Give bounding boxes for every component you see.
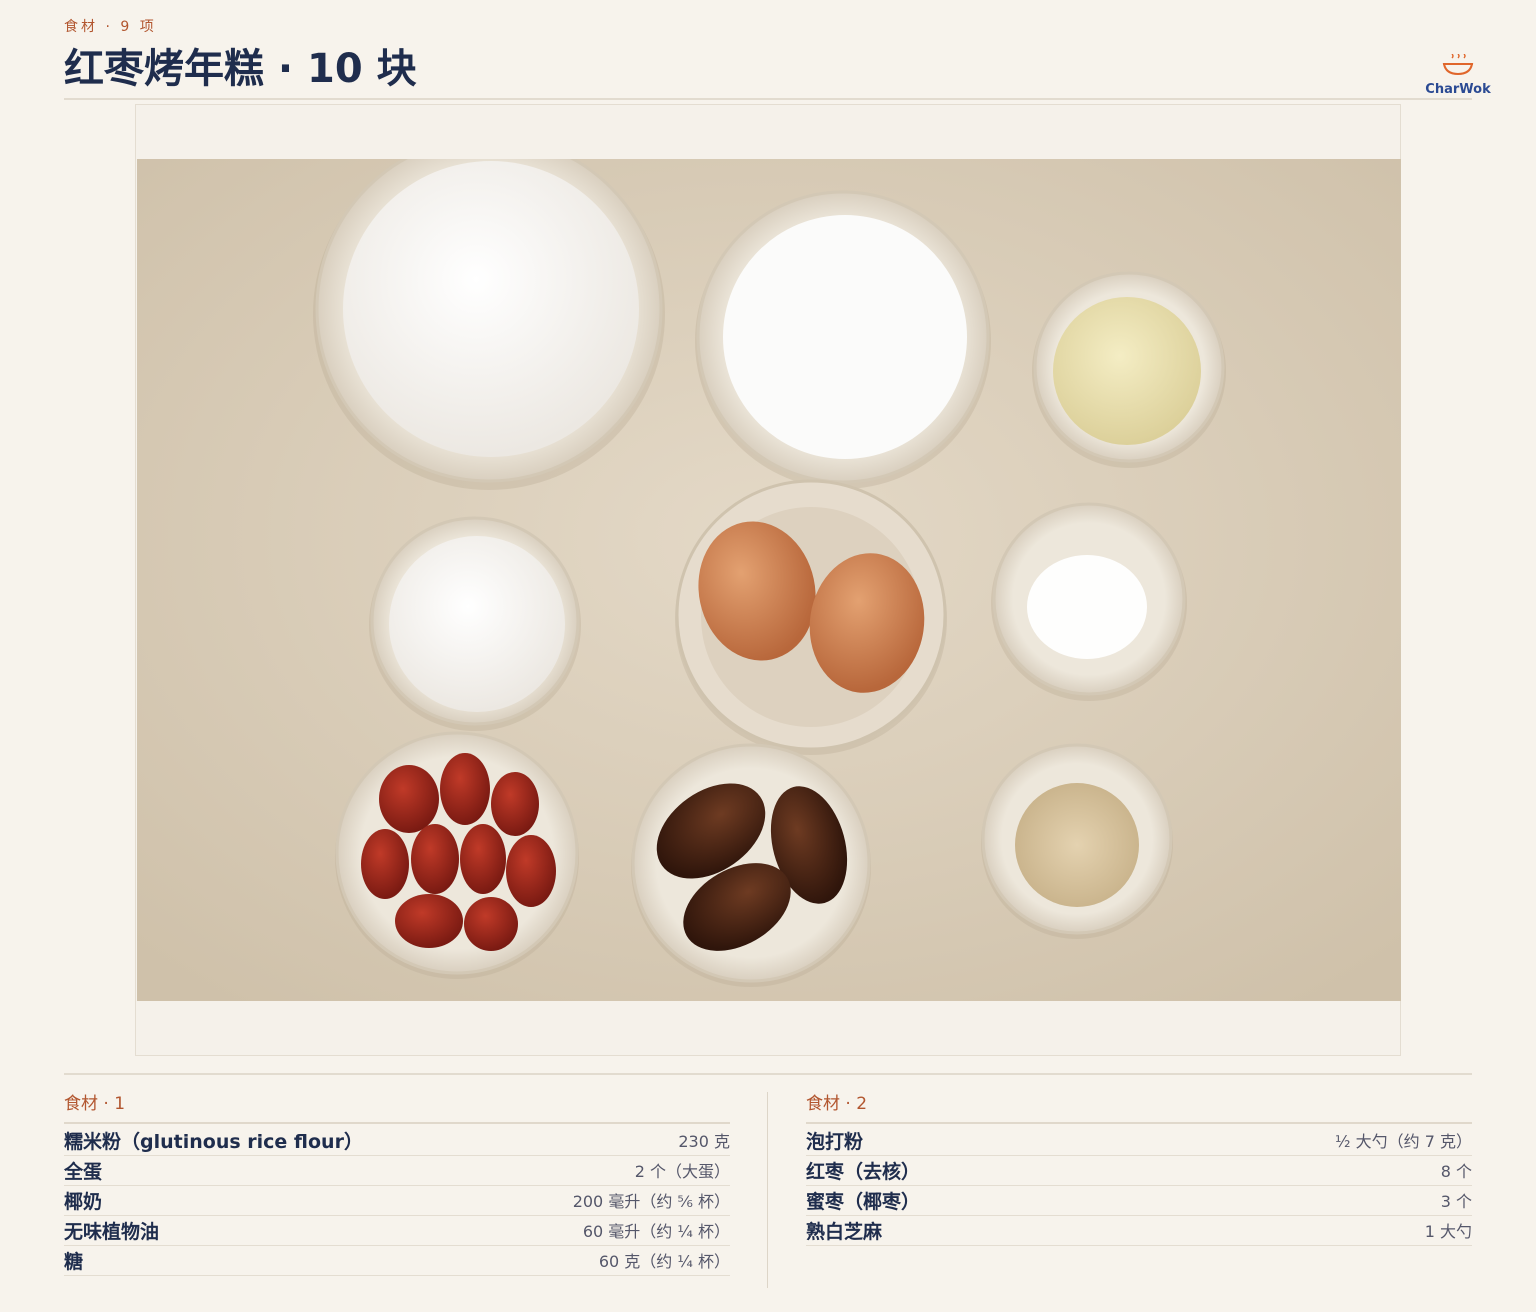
eyebrow-label: 食材 · 9 项 bbox=[64, 19, 157, 35]
column-heading: 食材 · 2 bbox=[806, 1094, 868, 1114]
ingredient-row: 椰奶 200 毫升（约 ⅚ 杯） bbox=[64, 1186, 730, 1216]
column-divider bbox=[767, 1092, 768, 1288]
ingredients-column-1: 食材 · 1 糯米粉（glutinous rice flour） 230 克 全… bbox=[64, 1092, 730, 1276]
sesame-bowl bbox=[981, 743, 1173, 939]
ingredient-row: 熟白芝麻 1 大勺 bbox=[806, 1216, 1472, 1246]
ingredient-qty: 2 个（大蛋） bbox=[634, 1162, 730, 1181]
ingredient-row: 全蛋 2 个（大蛋） bbox=[64, 1156, 730, 1186]
ingredient-qty: 200 毫升（约 ⅚ 杯） bbox=[572, 1192, 730, 1211]
sugar-bowl bbox=[369, 516, 581, 731]
ingredient-row: 糯米粉（glutinous rice flour） 230 克 bbox=[64, 1126, 730, 1156]
ingredient-name: 椰奶 bbox=[64, 1190, 103, 1213]
oil-bowl bbox=[1032, 271, 1226, 468]
header-divider bbox=[64, 98, 1472, 100]
ingredients-photo bbox=[137, 159, 1401, 1001]
steaming-wok-icon bbox=[1442, 54, 1474, 76]
ingredient-name: 红枣（去核） bbox=[806, 1160, 921, 1183]
ingredient-qty: 60 克（约 ¼ 杯） bbox=[598, 1252, 730, 1271]
section-divider bbox=[64, 1073, 1472, 1075]
egg-plate bbox=[675, 479, 947, 755]
ingredient-row: 泡打粉 ½ 大勺（约 7 克） bbox=[806, 1126, 1472, 1156]
ingredient-qty: 8 个 bbox=[1440, 1162, 1472, 1181]
ingredient-name: 糖 bbox=[64, 1250, 84, 1273]
logo: CharWok bbox=[1418, 54, 1498, 97]
ingredients-column-2: 食材 · 2 泡打粉 ½ 大勺（约 7 克） 红枣（去核） 8 个 蜜枣（椰枣）… bbox=[806, 1092, 1472, 1246]
ingredient-row: 糖 60 克（约 ¼ 杯） bbox=[64, 1246, 730, 1276]
heading-rule bbox=[806, 1122, 1472, 1124]
ingredient-qty: 60 毫升（约 ¼ 杯） bbox=[582, 1222, 730, 1241]
column-heading: 食材 · 1 bbox=[64, 1094, 126, 1114]
ingredient-name: 泡打粉 bbox=[806, 1130, 864, 1153]
date-bowl bbox=[631, 743, 871, 987]
photo-frame bbox=[135, 104, 1401, 1056]
ingredient-row: 红枣（去核） 8 个 bbox=[806, 1156, 1472, 1186]
ingredient-name: 全蛋 bbox=[64, 1160, 103, 1183]
ingredient-qty: 230 克 bbox=[678, 1132, 730, 1151]
ingredient-qty: ½ 大勺（约 7 克） bbox=[1335, 1132, 1472, 1151]
ingredient-row: 蜜枣（椰枣） 3 个 bbox=[806, 1186, 1472, 1216]
ingredient-name: 糯米粉（glutinous rice flour） bbox=[64, 1130, 363, 1153]
ingredient-row: 无味植物油 60 毫升（约 ¼ 杯） bbox=[64, 1216, 730, 1246]
baking-powder-dish bbox=[991, 502, 1187, 701]
page-title: 红枣烤年糕 · 10 块 bbox=[64, 46, 417, 92]
ingredient-qty: 3 个 bbox=[1440, 1192, 1472, 1211]
red-jujube-bowl bbox=[335, 731, 579, 979]
ingredient-name: 无味植物油 bbox=[64, 1220, 160, 1243]
heading-rule bbox=[64, 1122, 730, 1124]
ingredient-name: 熟白芝麻 bbox=[806, 1220, 883, 1243]
coconut-milk-bowl bbox=[695, 190, 991, 489]
ingredient-name: 蜜枣（椰枣） bbox=[806, 1190, 921, 1213]
ingredient-qty: 1 大勺 bbox=[1424, 1222, 1472, 1241]
logo-text: CharWok bbox=[1425, 82, 1491, 97]
